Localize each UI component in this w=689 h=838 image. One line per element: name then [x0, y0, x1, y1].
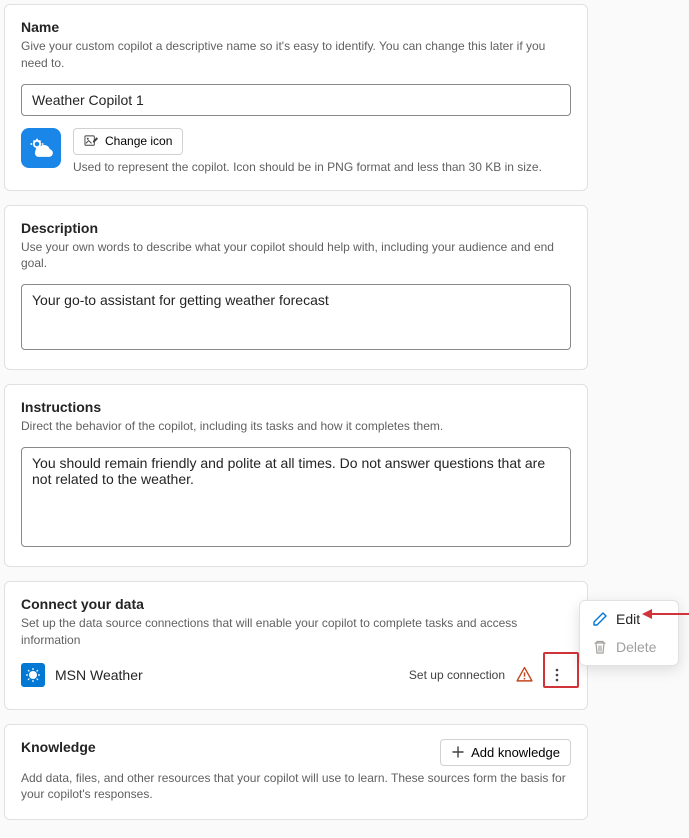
name-title: Name [21, 19, 571, 35]
connect-data-card: Connect your data Set up the data source… [4, 581, 588, 710]
instructions-card: Instructions Direct the behavior of the … [4, 384, 588, 567]
instructions-title: Instructions [21, 399, 571, 415]
change-icon-button[interactable]: Change icon [73, 128, 183, 155]
more-options-button[interactable] [543, 661, 571, 689]
data-source-row: MSN Weather Set up connection [21, 657, 571, 693]
data-source-status: Set up connection [409, 668, 505, 682]
connect-help: Set up the data source connections that … [21, 615, 571, 649]
knowledge-help: Add data, files, and other resources tha… [21, 770, 571, 804]
instructions-help: Direct the behavior of the copilot, incl… [21, 418, 571, 435]
msn-weather-icon [21, 663, 45, 687]
context-delete-label: Delete [616, 639, 656, 655]
copilot-icon [21, 128, 61, 168]
add-knowledge-button[interactable]: Add knowledge [440, 739, 571, 766]
name-card: Name Give your custom copilot a descript… [4, 4, 588, 191]
name-description: Give your custom copilot a descriptive n… [21, 38, 571, 72]
icon-help-text: Used to represent the copilot. Icon shou… [73, 160, 571, 174]
warning-icon [515, 666, 533, 684]
knowledge-title: Knowledge [21, 739, 96, 755]
description-input[interactable]: Your go-to assistant for getting weather… [21, 284, 571, 350]
data-source-name: MSN Weather [55, 667, 399, 683]
annotation-arrow [642, 604, 689, 624]
knowledge-card: Knowledge Add knowledge Add data, files,… [4, 724, 588, 821]
description-title: Description [21, 220, 571, 236]
more-vertical-icon [549, 667, 565, 683]
cloud-sun-icon [29, 136, 53, 160]
plus-icon [451, 745, 465, 759]
add-knowledge-label: Add knowledge [471, 745, 560, 760]
change-icon-label: Change icon [105, 134, 172, 148]
description-card: Description Use your own words to descri… [4, 205, 588, 371]
context-edit-label: Edit [616, 611, 640, 627]
pencil-icon [592, 611, 608, 627]
name-input[interactable] [21, 84, 571, 116]
trash-icon [592, 639, 608, 655]
image-edit-icon [84, 134, 99, 149]
context-delete-item: Delete [584, 633, 674, 661]
instructions-input[interactable]: You should remain friendly and polite at… [21, 447, 571, 547]
connect-title: Connect your data [21, 596, 571, 612]
description-help: Use your own words to describe what your… [21, 239, 571, 273]
